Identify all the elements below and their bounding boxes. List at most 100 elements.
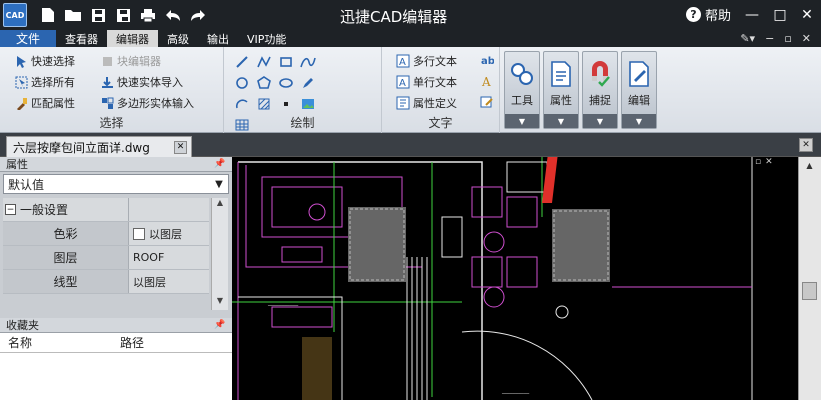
quick-entity-import-button[interactable]: 快速实体导入 — [100, 74, 183, 90]
canvas-vertical-scrollbar[interactable]: ▲ — [798, 157, 821, 400]
drawing-canvas[interactable]: ────────── ───────── — [232, 157, 798, 400]
property-row-color[interactable]: 色彩 以图层 — [3, 222, 209, 246]
ellipse-tool-icon[interactable] — [275, 72, 297, 93]
tab-viewer[interactable]: 查看器 — [56, 30, 107, 47]
polygon-tool-icon[interactable] — [253, 72, 275, 93]
text-group-label: 文字 — [428, 116, 453, 130]
chevron-down-icon: ▼ — [215, 178, 223, 190]
properties-scrollbar[interactable]: ▲ ▼ — [211, 198, 228, 310]
point-tool-icon[interactable] — [275, 93, 297, 114]
match-properties-button[interactable]: 匹配属性 — [14, 95, 75, 111]
font-icon[interactable]: A — [480, 74, 494, 88]
polygon-entity-input-button[interactable]: 多边形实体输入 — [100, 95, 194, 111]
rectangle-tool-icon[interactable] — [275, 51, 297, 72]
polyline-tool-icon[interactable] — [253, 51, 275, 72]
close-all-documents-icon[interactable]: ✕ — [799, 138, 813, 152]
tab-file[interactable]: 文件 — [0, 30, 57, 47]
single-line-text-label: 单行文本 — [413, 76, 457, 89]
snap-dropdown-icon[interactable]: ▼ — [583, 114, 617, 128]
snap-label: 捕捉 — [589, 94, 611, 107]
scroll-up-icon[interactable]: ▲ — [212, 198, 228, 212]
tools-dropdown-icon[interactable]: ▼ — [505, 114, 539, 128]
pencil-tool-icon[interactable] — [297, 72, 319, 93]
document-tab[interactable]: 六层按摩包间立面详.dwg ✕ — [6, 136, 192, 157]
cad-drawing: ────────── ───────── — [232, 157, 798, 400]
single-line-text-button[interactable]: A 单行文本 — [396, 74, 457, 90]
document-tab-close-icon[interactable]: ✕ — [174, 140, 187, 154]
tab-output[interactable]: 输出 — [198, 30, 238, 47]
property-group-row[interactable]: − 一般设置 — [3, 198, 209, 222]
document-tab-title: 六层按摩包间立面详.dwg — [13, 140, 150, 155]
edit-button[interactable]: 编辑 ▼ — [621, 51, 657, 129]
snap-button[interactable]: 捕捉 ▼ — [582, 51, 618, 129]
pin-icon[interactable]: 📌 — [214, 320, 228, 330]
property-value[interactable]: ROOF — [129, 246, 209, 269]
hatch-tool-icon[interactable] — [253, 93, 275, 114]
ribbon-restore-icon[interactable]: ▫ — [784, 32, 791, 45]
svg-text:──────────: ────────── — [267, 303, 299, 309]
pen-style-icon[interactable]: ✎▾ — [740, 32, 755, 45]
image-tool-icon[interactable] — [297, 93, 319, 114]
property-preset-select[interactable]: 默认值 ▼ — [3, 174, 229, 194]
close-button[interactable]: ✕ — [797, 5, 817, 25]
match-properties-label: 匹配属性 — [31, 97, 75, 110]
minimize-button[interactable]: — — [742, 5, 762, 25]
circle-tool-icon[interactable] — [231, 72, 253, 93]
multiline-text-button[interactable]: A 多行文本 — [396, 53, 457, 69]
attribute-definition-button[interactable]: 属性定义 — [396, 95, 457, 111]
tab-vip[interactable]: VIP功能 — [238, 30, 295, 47]
scroll-down-icon[interactable]: ▼ — [212, 296, 228, 310]
text-edit-icon[interactable] — [480, 95, 494, 109]
select-all-button[interactable]: 选择所有 — [14, 74, 75, 90]
ribbon-minimize-icon[interactable]: − — [765, 32, 774, 45]
edit-dropdown-icon[interactable]: ▼ — [622, 114, 656, 128]
arc-tool-icon[interactable] — [231, 93, 253, 114]
scroll-up-icon[interactable]: ▲ — [799, 157, 820, 173]
quick-select-button[interactable]: 快速选择 — [14, 53, 75, 69]
property-value[interactable]: 以图层 — [129, 270, 209, 293]
undo-icon[interactable] — [163, 5, 183, 25]
property-key: 线型 — [3, 270, 129, 293]
canvas-close-icon[interactable]: ✕ — [765, 157, 773, 167]
properties-dropdown-icon[interactable]: ▼ — [544, 114, 578, 128]
properties-panel-title: 属性 — [6, 158, 28, 171]
cad-editor-window: CAD 迅捷CAD编辑器 ? 帮助 — □ ✕ 文件 查看器 编辑器 高级 输出… — [0, 0, 821, 400]
quick-select-label: 快速选择 — [31, 55, 75, 68]
save-as-icon[interactable] — [113, 5, 133, 25]
spline-tool-icon[interactable] — [297, 51, 319, 72]
line-tool-icon[interactable] — [231, 51, 253, 72]
canvas-restore-icon[interactable]: ▫ — [755, 157, 761, 167]
new-file-icon[interactable] — [38, 5, 58, 25]
tab-advanced[interactable]: 高级 — [158, 30, 198, 47]
open-folder-icon[interactable] — [63, 5, 83, 25]
svg-text:─────────: ───────── — [501, 391, 530, 397]
tools-button[interactable]: 工具 ▼ — [504, 51, 540, 129]
scroll-thumb[interactable] — [802, 282, 817, 300]
multiline-text-label: 多行文本 — [413, 55, 457, 68]
pin-icon[interactable]: 📌 — [214, 159, 228, 169]
text-style-icon[interactable]: ab — [480, 53, 494, 67]
ribbon-close-icon[interactable]: ✕ — [802, 32, 811, 45]
polygon-entity-input-label: 多边形实体输入 — [117, 97, 194, 110]
property-group-label: 一般设置 — [20, 203, 69, 217]
tools-label: 工具 — [511, 94, 533, 107]
tab-editor[interactable]: 编辑器 — [107, 30, 159, 47]
collapse-icon[interactable]: − — [5, 204, 16, 215]
properties-icon — [551, 61, 571, 87]
block-editor-button[interactable]: 块编辑器 — [100, 53, 161, 69]
document-tab-strip: 六层按摩包间立面详.dwg ✕ ✕ — [0, 133, 821, 157]
property-value[interactable]: 以图层 — [129, 222, 209, 245]
favorites-panel: 收藏夹 📌 名称 路径 — [0, 318, 232, 400]
favorites-panel-header: 收藏夹 📌 — [0, 318, 232, 333]
redo-icon[interactable] — [188, 5, 208, 25]
column-path-header[interactable]: 路径 — [112, 334, 224, 351]
save-icon[interactable] — [88, 5, 108, 25]
maximize-button[interactable]: □ — [770, 5, 790, 25]
column-name-header[interactable]: 名称 — [0, 334, 112, 351]
favorites-list[interactable] — [0, 353, 232, 400]
property-row-layer[interactable]: 图层 ROOF — [3, 246, 209, 270]
help-button[interactable]: ? 帮助 — [686, 5, 731, 24]
properties-button[interactable]: 属性 ▼ — [543, 51, 579, 129]
print-icon[interactable] — [138, 5, 158, 25]
property-row-linetype[interactable]: 线型 以图层 — [3, 270, 209, 294]
